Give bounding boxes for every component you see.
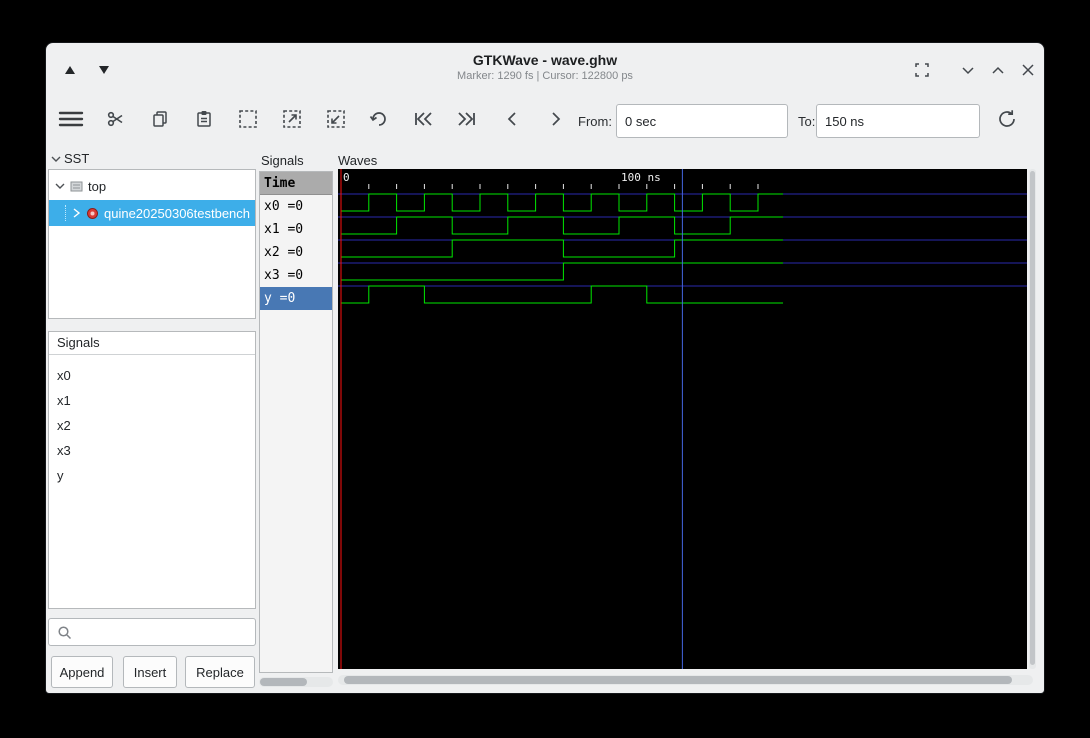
- from-label: From:: [578, 114, 612, 129]
- skip-to-start-icon: [412, 110, 434, 128]
- skip-to-end-icon: [456, 110, 478, 128]
- testbench-icon: [86, 207, 99, 220]
- zoom-out-button[interactable]: [319, 102, 353, 136]
- signal-list-item[interactable]: x0: [49, 363, 255, 388]
- sst-label: SST: [64, 151, 90, 166]
- goto-start-button[interactable]: [406, 102, 440, 136]
- to-input[interactable]: [816, 104, 980, 138]
- chevron-right-icon: [549, 110, 563, 128]
- corners-icon: [913, 61, 931, 79]
- signal-list-item[interactable]: x3: [49, 438, 255, 463]
- signal-row-x0[interactable]: x0 =0: [260, 195, 332, 218]
- zoom-out-icon: [325, 108, 347, 130]
- wave-hscrollbar[interactable]: [338, 675, 1033, 685]
- zoom-in-icon: [281, 108, 303, 130]
- tree-item-label: top: [88, 178, 107, 194]
- triangle-down-icon: [98, 65, 110, 75]
- replace-button[interactable]: Replace: [185, 656, 255, 688]
- cut-button[interactable]: [99, 102, 133, 136]
- next-edge-button[interactable]: [539, 102, 573, 136]
- window-status: Marker: 1290 fs | Cursor: 122800 ps: [457, 70, 633, 82]
- copy-button[interactable]: [143, 102, 177, 136]
- signal-list-item[interactable]: x1: [49, 388, 255, 413]
- scissors-icon: [107, 110, 125, 128]
- zoom-fit-icon: [237, 108, 259, 130]
- window-title: GTKWave - wave.ghw: [472, 52, 618, 68]
- zoom-fit-button[interactable]: [231, 102, 265, 136]
- zoom-in-button[interactable]: [275, 102, 309, 136]
- signal-list-item[interactable]: y: [49, 463, 255, 488]
- triangle-up-icon: [64, 65, 76, 75]
- expander-down-icon[interactable]: [55, 182, 65, 190]
- svg-text:0: 0: [343, 171, 350, 184]
- module-icon: [70, 180, 83, 193]
- wave-area[interactable]: 0 100 ns: [338, 169, 1027, 669]
- collapse-chevron-icon: [51, 155, 61, 163]
- chevron-up-icon: [989, 61, 1007, 79]
- from-input[interactable]: [616, 104, 788, 138]
- signal-pane-header: Signals: [261, 153, 304, 168]
- signal-search-box: [48, 618, 256, 646]
- signal-row-x3[interactable]: x3 =0: [260, 264, 332, 287]
- wave-hscrollbar-thumb[interactable]: [344, 676, 1012, 684]
- reload-button[interactable]: [990, 102, 1024, 136]
- minimize-button[interactable]: [956, 58, 980, 82]
- signal-list-item[interactable]: x2: [49, 413, 255, 438]
- paste-button[interactable]: [187, 102, 221, 136]
- wave-vscrollbar[interactable]: [1029, 169, 1036, 669]
- gtkwave-window: GTKWave - wave.ghw Marker: 1290 fs | Cur…: [45, 42, 1045, 694]
- paste-icon: [195, 110, 213, 128]
- undo-arrow-icon: [369, 109, 389, 129]
- zoom-original-button[interactable]: [910, 58, 934, 82]
- insert-button[interactable]: Insert: [123, 656, 177, 688]
- wave-pane-header: Waves: [338, 153, 378, 168]
- sst-tree: top quine20250306testbench: [48, 169, 256, 319]
- search-input[interactable]: [78, 623, 255, 641]
- expander-right-icon[interactable]: [73, 208, 81, 218]
- chevron-down-icon: [959, 61, 977, 79]
- tree-item-testbench[interactable]: quine20250306testbench: [49, 200, 255, 226]
- zoom-undo-button[interactable]: [362, 102, 396, 136]
- tree-item-label: quine20250306testbench: [104, 205, 251, 221]
- reload-icon: [996, 108, 1018, 130]
- signal-row-x1[interactable]: x1 =0: [260, 218, 332, 241]
- signal-pane: Time x0 =0 x1 =0 x2 =0 x3 =0 y =0: [259, 171, 333, 673]
- wave-canvas[interactable]: 0 100 ns: [338, 169, 1027, 669]
- pan-down-button[interactable]: [92, 58, 116, 82]
- wave-vscrollbar-thumb[interactable]: [1030, 171, 1035, 665]
- signal-row-y[interactable]: y =0: [260, 287, 332, 310]
- close-icon: [1020, 62, 1036, 78]
- titlebar: GTKWave - wave.ghw Marker: 1290 fs | Cur…: [46, 43, 1044, 95]
- goto-end-button[interactable]: [450, 102, 484, 136]
- tree-guide-line: [65, 205, 72, 221]
- left-signals-panel: Signals x0 x1 x2 x3 y: [48, 331, 256, 609]
- prev-edge-button[interactable]: [495, 102, 529, 136]
- append-button[interactable]: Append: [51, 656, 113, 688]
- to-label: To:: [798, 114, 816, 129]
- pan-up-button[interactable]: [58, 58, 82, 82]
- close-button[interactable]: [1016, 58, 1040, 82]
- menu-button[interactable]: [54, 102, 88, 136]
- signal-pane-hscrollbar[interactable]: [259, 677, 333, 687]
- tree-item-top[interactable]: top: [49, 174, 255, 198]
- signal-pane-hscrollbar-thumb[interactable]: [260, 678, 307, 686]
- sst-header[interactable]: SST: [51, 151, 89, 166]
- search-icon: [57, 625, 72, 640]
- svg-text:100 ns: 100 ns: [621, 171, 661, 184]
- chevron-left-icon: [505, 110, 519, 128]
- left-signals-list: x0 x1 x2 x3 y: [49, 355, 255, 488]
- left-signals-header: Signals: [49, 332, 255, 355]
- maximize-button[interactable]: [986, 58, 1010, 82]
- menu-icon: [58, 109, 84, 129]
- copy-icon: [151, 110, 169, 128]
- time-header: Time: [260, 172, 332, 195]
- signal-row-x2[interactable]: x2 =0: [260, 241, 332, 264]
